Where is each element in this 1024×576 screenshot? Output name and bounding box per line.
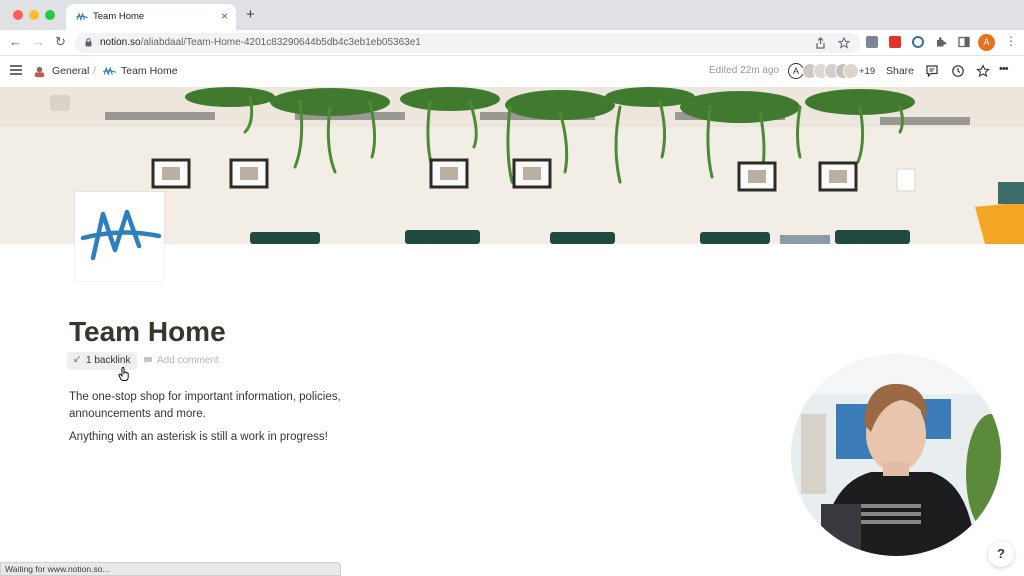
presenter-video bbox=[791, 354, 1001, 556]
profile-avatar[interactable]: A bbox=[978, 34, 995, 51]
lock-icon bbox=[85, 38, 92, 47]
page-title[interactable]: Team Home bbox=[69, 316, 226, 348]
browser-toolbar: ← → ↻ notion.so/aliabdaal/Team-Home-4201… bbox=[0, 30, 1024, 56]
puzzle-icon[interactable] bbox=[935, 36, 947, 48]
maximize-window-button[interactable] bbox=[45, 10, 55, 20]
backlink-arrow-icon: ↙ bbox=[73, 354, 82, 365]
more-collaborators-count[interactable]: +19 bbox=[859, 66, 875, 77]
page-note[interactable]: Anything with an asterisk is still a wor… bbox=[69, 429, 369, 446]
new-tab-button[interactable]: + bbox=[246, 6, 255, 23]
url-text: notion.so/aliabdaal/Team-Home-4201c83290… bbox=[100, 37, 421, 48]
share-button[interactable]: Share bbox=[886, 65, 914, 77]
backlink-label: 1 backlink bbox=[86, 355, 131, 366]
team-logo-icon bbox=[76, 12, 88, 22]
url-path: /aliabdaal/Team-Home-4201c83290644b5db4c… bbox=[140, 37, 421, 48]
sidebar-icon[interactable] bbox=[958, 36, 970, 48]
collaborator-avatar[interactable] bbox=[843, 63, 859, 79]
browser-menu-icon[interactable]: ⋮ bbox=[1005, 34, 1017, 48]
more-options-icon[interactable]: ••• bbox=[999, 63, 1009, 75]
favorite-star-icon[interactable] bbox=[976, 64, 990, 78]
team-logo-icon bbox=[103, 66, 116, 76]
address-bar[interactable]: notion.so/aliabdaal/Team-Home-4201c83290… bbox=[75, 33, 860, 53]
breadcrumb-separator: / bbox=[93, 65, 96, 77]
help-button[interactable]: ? bbox=[988, 541, 1014, 567]
notion-topbar: General / Team Home Edited 22m ago A +19… bbox=[0, 57, 1024, 87]
forward-button[interactable]: → bbox=[32, 34, 45, 49]
general-page-icon bbox=[34, 66, 45, 78]
url-domain: notion.so bbox=[100, 37, 141, 48]
hand-cursor-icon bbox=[118, 367, 129, 381]
extension-icon[interactable] bbox=[866, 36, 878, 48]
bookmark-star-icon[interactable] bbox=[838, 37, 850, 49]
team-logo-icon bbox=[80, 209, 162, 261]
add-comment-button[interactable]: Add comment bbox=[157, 355, 219, 366]
extension-icon[interactable] bbox=[912, 36, 924, 48]
tab-title: Team Home bbox=[93, 11, 145, 22]
browser-status-bar: Waiting for www.notion.so... bbox=[0, 562, 341, 576]
edited-timestamp: Edited 22m ago bbox=[709, 65, 780, 76]
share-page-icon[interactable] bbox=[815, 37, 826, 49]
close-tab-icon[interactable]: × bbox=[221, 9, 228, 23]
history-icon[interactable] bbox=[951, 64, 965, 78]
extension-icon[interactable] bbox=[889, 36, 901, 48]
breadcrumb-general[interactable]: General bbox=[52, 65, 89, 77]
back-button[interactable]: ← bbox=[9, 34, 22, 49]
comment-icon bbox=[144, 357, 152, 364]
page-icon[interactable] bbox=[75, 192, 164, 281]
hamburger-icon[interactable] bbox=[10, 65, 22, 75]
close-window-button[interactable] bbox=[13, 10, 23, 20]
page-description[interactable]: The one-stop shop for important informat… bbox=[69, 389, 369, 423]
reload-button[interactable]: ↻ bbox=[55, 34, 66, 50]
minimize-window-button[interactable] bbox=[29, 10, 39, 20]
browser-tab[interactable]: Team Home × bbox=[66, 4, 236, 30]
status-text: Waiting for www.notion.so... bbox=[5, 564, 110, 574]
browser-tab-bar: Team Home × + bbox=[0, 0, 1024, 30]
comment-icon[interactable] bbox=[925, 64, 939, 78]
breadcrumb-team-home[interactable]: Team Home bbox=[121, 65, 178, 77]
webcam-overlay bbox=[791, 354, 1001, 556]
